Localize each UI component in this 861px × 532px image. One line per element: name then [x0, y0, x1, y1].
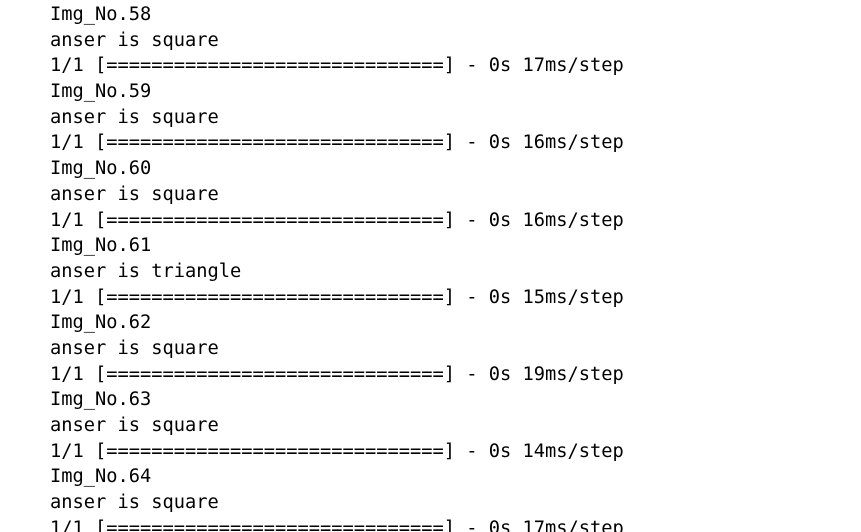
console-output-log[interactable]: Img_No.58anser is square 1/1 [===========… — [50, 2, 861, 532]
console-line: 1/1 [==============================] - 0… — [50, 55, 624, 77]
console-line: Img_No.58 — [50, 4, 152, 25]
console-line: 1/1 [==============================] - 0… — [50, 209, 624, 231]
console-line: Img_No.64 — [50, 466, 152, 488]
console-line: 1/1 [==============================] - 0… — [50, 440, 624, 462]
console-line: anser is square — [50, 183, 219, 205]
console-line: Img_No.62 — [50, 312, 152, 334]
console-line: anser is square — [50, 337, 219, 359]
console-line: 1/1 [==============================] - 0… — [50, 363, 624, 385]
console-line: 1/1 [==============================] - 0… — [50, 132, 624, 154]
console-line: anser is square — [50, 106, 219, 128]
console-window: Img_No.58anser is square 1/1 [===========… — [0, 0, 861, 532]
console-line: anser is square — [50, 492, 219, 514]
console-line: 1/1 [==============================] - 0… — [50, 517, 624, 532]
console-line: anser is square — [50, 29, 219, 51]
console-line: anser is square — [50, 415, 219, 436]
console-line: Img_No.61 — [50, 235, 152, 257]
console-line: Img_No.63 — [50, 389, 152, 411]
console-line: Img_No.59 — [50, 81, 152, 103]
console-line: Img_No.60 — [50, 158, 152, 180]
console-line: anser is triangle — [50, 260, 242, 282]
console-line: 1/1 [==============================] - 0… — [50, 286, 624, 308]
